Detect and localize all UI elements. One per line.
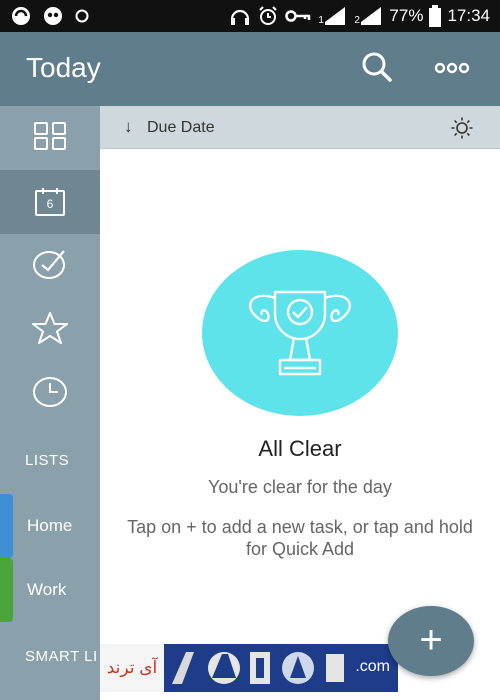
more-icon[interactable] [432, 56, 472, 80]
sidebar: 6 LISTS Home Work SMART LI [0, 106, 100, 700]
list-label: Work [27, 580, 67, 599]
list-label: Home [27, 516, 73, 535]
sidebar-list-work[interactable]: Work [0, 558, 100, 622]
key-icon [285, 9, 311, 23]
sort-bar: ↓ Due Date [100, 106, 500, 149]
check-circle-icon [32, 247, 68, 286]
lists-header: LISTS [25, 452, 70, 469]
owl-app-icon [42, 5, 64, 27]
star-icon [31, 311, 69, 350]
empty-state-hint: Tap on + to add a new task, or tap and h… [127, 517, 473, 559]
smart-lists-header: SMART LI [25, 648, 98, 665]
clock-icon [32, 376, 68, 413]
calendar-day-label: 6 [46, 197, 54, 211]
sidebar-item-today[interactable]: 6 [0, 170, 100, 234]
signal-sim1-icon: 1 [317, 5, 347, 27]
sim1-label: 1 [318, 15, 324, 26]
clock-time: 17:34 [447, 6, 490, 25]
sort-label[interactable]: Due Date [147, 119, 215, 137]
battery-icon [429, 5, 442, 27]
watermark-text-left: آی ترند [100, 644, 164, 692]
trophy-icon [240, 280, 360, 390]
circle-app-icon [10, 5, 32, 27]
add-task-button[interactable]: + [388, 606, 474, 676]
list-color-bar [0, 494, 13, 558]
list-color-bar [0, 558, 13, 622]
empty-state-title: All Clear [258, 436, 342, 461]
signal-sim2-icon: 2 [353, 5, 383, 27]
sidebar-item-completed[interactable] [0, 234, 100, 298]
sidebar-list-home[interactable]: Home [0, 494, 100, 558]
search-icon[interactable] [360, 50, 394, 84]
sim2-label: 2 [354, 15, 360, 26]
alarm-icon [257, 5, 279, 27]
sort-arrow-icon[interactable]: ↓ [124, 117, 133, 137]
app-bar: Today [0, 32, 500, 106]
page-title: Today [26, 52, 101, 83]
headset-icon [229, 6, 251, 26]
grid-icon [33, 121, 67, 156]
sidebar-item-upcoming[interactable] [0, 362, 100, 426]
sidebar-item-all[interactable] [0, 106, 100, 170]
watermark-text-right: .com [355, 658, 390, 675]
brightness-icon[interactable] [450, 116, 474, 140]
sidebar-item-starred[interactable] [0, 298, 100, 362]
calendar-icon: 6 [34, 187, 66, 217]
status-bar: 1 2 77% 17:34 [0, 0, 500, 32]
circle-icon [74, 8, 90, 24]
watermark-logo: .com [164, 644, 398, 692]
plus-icon: + [419, 618, 443, 662]
battery-percent: 77% [389, 6, 424, 25]
watermark-banner: آی ترند .com [100, 644, 398, 692]
empty-state-subtitle: You're clear for the day [208, 477, 392, 497]
